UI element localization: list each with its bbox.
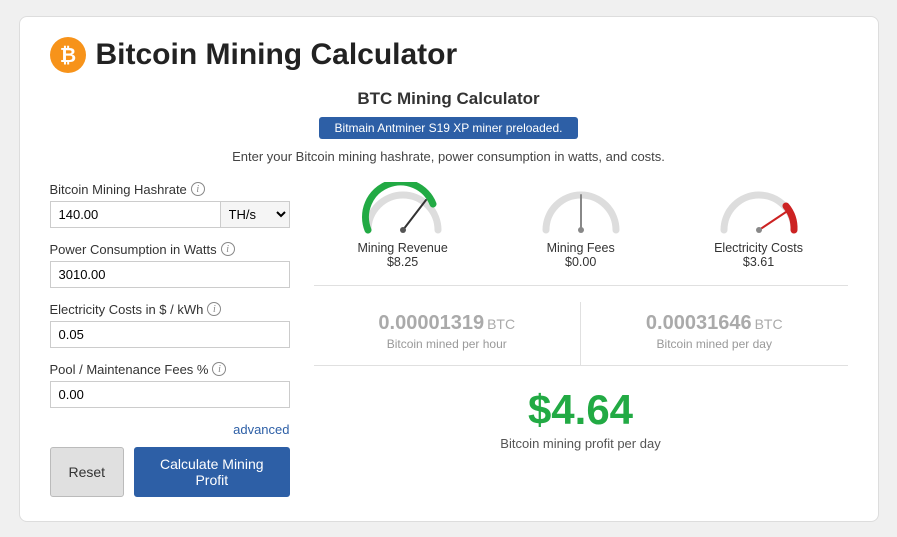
fees-group: Pool / Maintenance Fees % i [50,362,290,408]
btc-per-day-amount: 0.00031646BTC [591,312,838,335]
btc-per-day-cell: 0.00031646BTC Bitcoin mined per day [581,302,848,365]
right-panel: Mining Revenue $8.25 Mining Fees $0.00 [314,182,848,497]
page-title: Bitcoin Mining Calculator [96,38,458,72]
revenue-gauge-label: Mining Revenue [357,241,447,255]
revenue-gauge-svg [358,182,448,237]
calculator-container: ₿ Bitcoin Mining Calculator BTC Mining C… [19,16,879,522]
hashrate-group: Bitcoin Mining Hashrate i TH/s GH/s MH/s [50,182,290,228]
electricity-gauge-label: Electricity Costs [714,241,803,255]
header: ₿ Bitcoin Mining Calculator [50,37,848,73]
electricity-gauge-value: $3.61 [743,255,774,269]
hashrate-input-row: TH/s GH/s MH/s [50,201,290,228]
profit-desc: Bitcoin mining profit per day [314,436,848,451]
btc-per-hour-desc: Bitcoin mined per hour [324,337,571,351]
electricity-input[interactable] [50,321,290,348]
fees-info-icon[interactable]: i [212,362,226,376]
advanced-link-container: advanced [50,422,290,437]
btc-per-hour-amount: 0.00001319BTC [324,312,571,335]
fees-label: Pool / Maintenance Fees % i [50,362,290,377]
revenue-gauge-value: $8.25 [387,255,418,269]
reset-button[interactable]: Reset [50,447,125,497]
profit-section: $4.64 Bitcoin mining profit per day [314,382,848,451]
revenue-gauge: Mining Revenue $8.25 [357,182,447,269]
miner-badge: Bitmain Antminer S19 XP miner preloaded. [319,117,579,139]
svg-text:₿: ₿ [59,45,75,67]
power-input[interactable] [50,261,290,288]
fees-gauge-svg [536,182,626,237]
hashrate-info-icon[interactable]: i [191,182,205,196]
profit-value: $4.64 [314,386,848,434]
hashrate-unit-select[interactable]: TH/s GH/s MH/s [220,201,290,228]
fees-input[interactable] [50,381,290,408]
electricity-gauge-svg [714,182,804,237]
hashrate-label: Bitcoin Mining Hashrate i [50,182,290,197]
btc-per-day-desc: Bitcoin mined per day [591,337,838,351]
power-label: Power Consumption in Watts i [50,242,290,257]
fees-gauge-value: $0.00 [565,255,596,269]
electricity-gauge: Electricity Costs $3.61 [714,182,804,269]
main-layout: Bitcoin Mining Hashrate i TH/s GH/s MH/s… [50,182,848,497]
fees-gauge-label: Mining Fees [547,241,615,255]
calculator-title: BTC Mining Calculator [50,89,848,109]
advanced-link[interactable]: advanced [233,422,289,437]
button-row: Reset Calculate Mining Profit [50,447,290,497]
subtitle: Enter your Bitcoin mining hashrate, powe… [50,149,848,164]
hashrate-input[interactable] [50,201,220,228]
gauges-row: Mining Revenue $8.25 Mining Fees $0.00 [314,182,848,286]
electricity-label: Electricity Costs in $ / kWh i [50,302,290,317]
electricity-info-icon[interactable]: i [207,302,221,316]
calculate-button[interactable]: Calculate Mining Profit [134,447,289,497]
electricity-group: Electricity Costs in $ / kWh i [50,302,290,348]
power-info-icon[interactable]: i [221,242,235,256]
power-group: Power Consumption in Watts i [50,242,290,288]
btc-row: 0.00001319BTC Bitcoin mined per hour 0.0… [314,302,848,366]
left-panel: Bitcoin Mining Hashrate i TH/s GH/s MH/s… [50,182,290,497]
btc-per-hour-cell: 0.00001319BTC Bitcoin mined per hour [314,302,582,365]
bitcoin-logo-icon: ₿ [50,37,86,73]
fees-gauge: Mining Fees $0.00 [536,182,626,269]
